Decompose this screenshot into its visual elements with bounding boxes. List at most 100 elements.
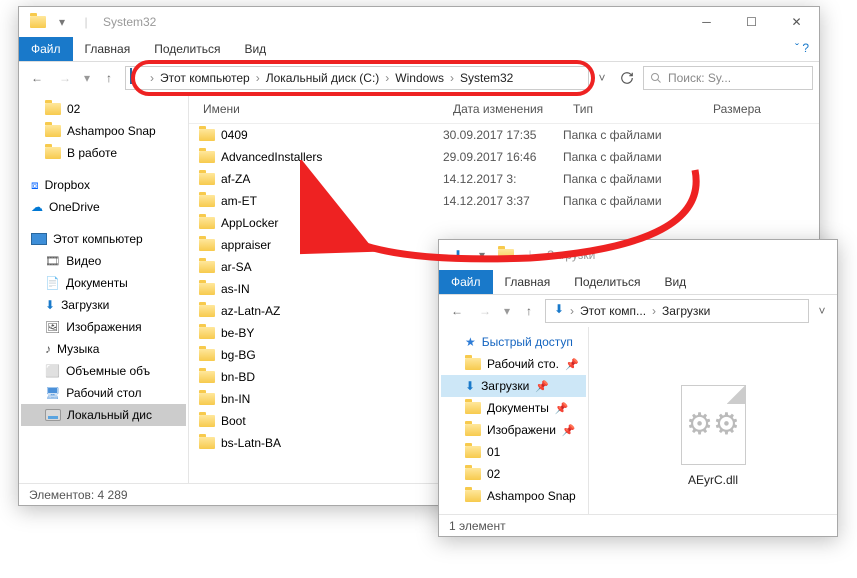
tab-file[interactable]: Файл — [439, 270, 493, 294]
crumb-0[interactable]: Этот комп... — [574, 304, 652, 318]
tree-item[interactable]: 02 — [441, 463, 586, 485]
content-pane[interactable]: ⚙⚙ AEyrC.dll — [589, 327, 837, 514]
file-name: bs-Latn-BA — [221, 436, 281, 450]
crumb-1[interactable]: Загрузки — [656, 304, 716, 318]
file-row[interactable]: 040930.09.2017 17:35Папка с файлами — [189, 124, 819, 146]
close-button[interactable]: ✕ — [774, 7, 819, 37]
crumb-1[interactable]: Локальный диск (C:) — [260, 71, 386, 85]
tree-item[interactable]: 📄Документы — [21, 272, 186, 294]
folder-icon — [495, 244, 517, 266]
tree-item[interactable]: 🎞Видео — [21, 250, 186, 272]
tab-file[interactable]: Файл — [19, 37, 73, 61]
folder-icon — [199, 305, 215, 317]
file-name: 0409 — [221, 128, 248, 142]
nav-forward-button[interactable]: → — [53, 66, 77, 90]
nav-up-button[interactable]: ↑ — [517, 299, 541, 323]
minimize-button[interactable]: ─ — [684, 7, 729, 37]
tree-label: Этот компьютер — [53, 232, 143, 246]
folder-icon — [199, 393, 215, 405]
qat-dropdown-icon[interactable]: ▾ — [471, 244, 493, 266]
pin-icon: 📌 — [565, 358, 579, 371]
tree-item[interactable]: 02 — [21, 98, 186, 120]
file-row[interactable]: AppLocker — [189, 212, 819, 234]
tree-item[interactable]: ⬜Объемные объ — [21, 360, 186, 382]
nav-tree[interactable]: ★Быстрый доступ Рабочий сто. 📌⬇Загрузки … — [439, 327, 589, 514]
nav-forward-button[interactable]: → — [473, 299, 497, 323]
breadcrumb[interactable]: ⬇ › Этот комп... › Загрузки — [545, 299, 809, 323]
tree-item[interactable]: В работе — [21, 142, 186, 164]
col-type[interactable]: Тип — [565, 102, 705, 116]
crumb-0[interactable]: Этот компьютер — [154, 71, 256, 85]
address-dropdown[interactable]: ˅ — [593, 71, 611, 85]
tree-item[interactable]: Ashampoo Snap — [21, 120, 186, 142]
window-title: System32 — [103, 15, 156, 29]
tab-home[interactable]: Главная — [73, 37, 143, 61]
nav-tree[interactable]: 02Ashampoo SnapВ работе ⧈Dropbox☁OneDrive… — [19, 94, 189, 483]
nav-recent-dropdown[interactable]: ▾ — [81, 66, 93, 90]
tab-home[interactable]: Главная — [493, 270, 563, 294]
dll-file-icon[interactable]: ⚙⚙ — [681, 385, 746, 465]
tree-item[interactable]: 🖼Изображения — [21, 316, 186, 338]
tree-item[interactable]: Документы 📌 — [441, 397, 586, 419]
titlebar[interactable]: ⬇ ▾ | Загрузки — [439, 240, 837, 270]
address-dropdown[interactable]: ˅ — [813, 304, 831, 318]
folder-icon — [199, 217, 215, 229]
tab-share[interactable]: Поделиться — [562, 270, 652, 294]
tree-item[interactable]: ⧈Dropbox — [21, 174, 186, 196]
tree-label: Изображени — [487, 423, 556, 437]
file-row[interactable]: AdvancedInstallers29.09.2017 16:46Папка … — [189, 146, 819, 168]
tree-item[interactable]: 🖥Рабочий стол — [21, 382, 186, 404]
column-headers[interactable]: Имени Дата изменения Тип Размера — [189, 94, 819, 124]
address-bar-row: ← → ▾ ↑ ⬇ › Этот комп... › Загрузки ˅ — [439, 295, 837, 327]
pin-icon: 📌 — [562, 424, 576, 437]
status-text: Элементов: 4 289 — [29, 488, 128, 502]
tab-view[interactable]: Вид — [652, 270, 698, 294]
tree-label: Ashampoo Snap — [487, 489, 576, 503]
nav-up-button[interactable]: ↑ — [97, 66, 121, 90]
file-name[interactable]: AEyrC.dll — [688, 473, 738, 487]
tree-item[interactable]: Ashampoo Snap — [441, 485, 586, 507]
crumb-3[interactable]: System32 — [454, 71, 519, 85]
tree-item[interactable]: Локальный дис — [21, 404, 186, 426]
refresh-button[interactable] — [615, 66, 639, 90]
maximize-button[interactable]: ☐ — [729, 7, 774, 37]
file-row[interactable]: af-ZA14.12.2017 3:Папка с файлами — [189, 168, 819, 190]
folder-icon — [199, 173, 215, 185]
titlebar[interactable]: ▾ | System32 ─ ☐ ✕ — [19, 7, 819, 37]
tree-label: Dropbox — [45, 178, 90, 192]
qat-dropdown-icon[interactable]: ▾ — [51, 11, 73, 33]
downloads-icon: ⬇ — [550, 302, 568, 320]
folder-icon — [199, 349, 215, 361]
file-name: az-Latn-AZ — [221, 304, 280, 318]
tab-share[interactable]: Поделиться — [142, 37, 232, 61]
file-name: bn-IN — [221, 392, 250, 406]
tree-item[interactable]: ⬇Загрузки — [21, 294, 186, 316]
col-date[interactable]: Дата изменения — [445, 102, 565, 116]
tree-item[interactable]: Рабочий сто. 📌 — [441, 353, 586, 375]
col-name[interactable]: Имени — [195, 102, 445, 116]
ribbon-help-icon[interactable]: ˇ ? — [785, 37, 819, 61]
search-icon — [650, 72, 662, 84]
tree-label: Музыка — [57, 342, 99, 356]
tree-item[interactable]: ♪Музыка — [21, 338, 186, 360]
tree-item[interactable]: 01 — [441, 441, 586, 463]
tree-item[interactable]: ★Быстрый доступ — [441, 331, 586, 353]
file-row[interactable]: am-ET14.12.2017 3:37Папка с файлами — [189, 190, 819, 212]
tree-item[interactable]: ⬇Загрузки 📌 — [441, 375, 586, 397]
tree-label: Рабочий сто. — [487, 357, 559, 371]
file-name: ar-SA — [221, 260, 252, 274]
nav-back-button[interactable]: ← — [445, 299, 469, 323]
file-date: 29.09.2017 16:46 — [443, 150, 563, 164]
tab-view[interactable]: Вид — [232, 37, 278, 61]
col-size[interactable]: Размера — [705, 102, 769, 116]
tree-item[interactable]: Этот компьютер — [21, 228, 186, 250]
tree-label: Рабочий стол — [66, 386, 141, 400]
breadcrumb[interactable]: › Этот компьютер › Локальный диск (C:) ›… — [125, 66, 589, 90]
folder-icon — [199, 261, 215, 273]
tree-item[interactable]: ☁OneDrive — [21, 196, 186, 218]
nav-recent-dropdown[interactable]: ▾ — [501, 299, 513, 323]
nav-back-button[interactable]: ← — [25, 66, 49, 90]
tree-item[interactable]: Изображени 📌 — [441, 419, 586, 441]
crumb-2[interactable]: Windows — [389, 71, 450, 85]
search-input[interactable]: Поиск: Sy... — [643, 66, 813, 90]
